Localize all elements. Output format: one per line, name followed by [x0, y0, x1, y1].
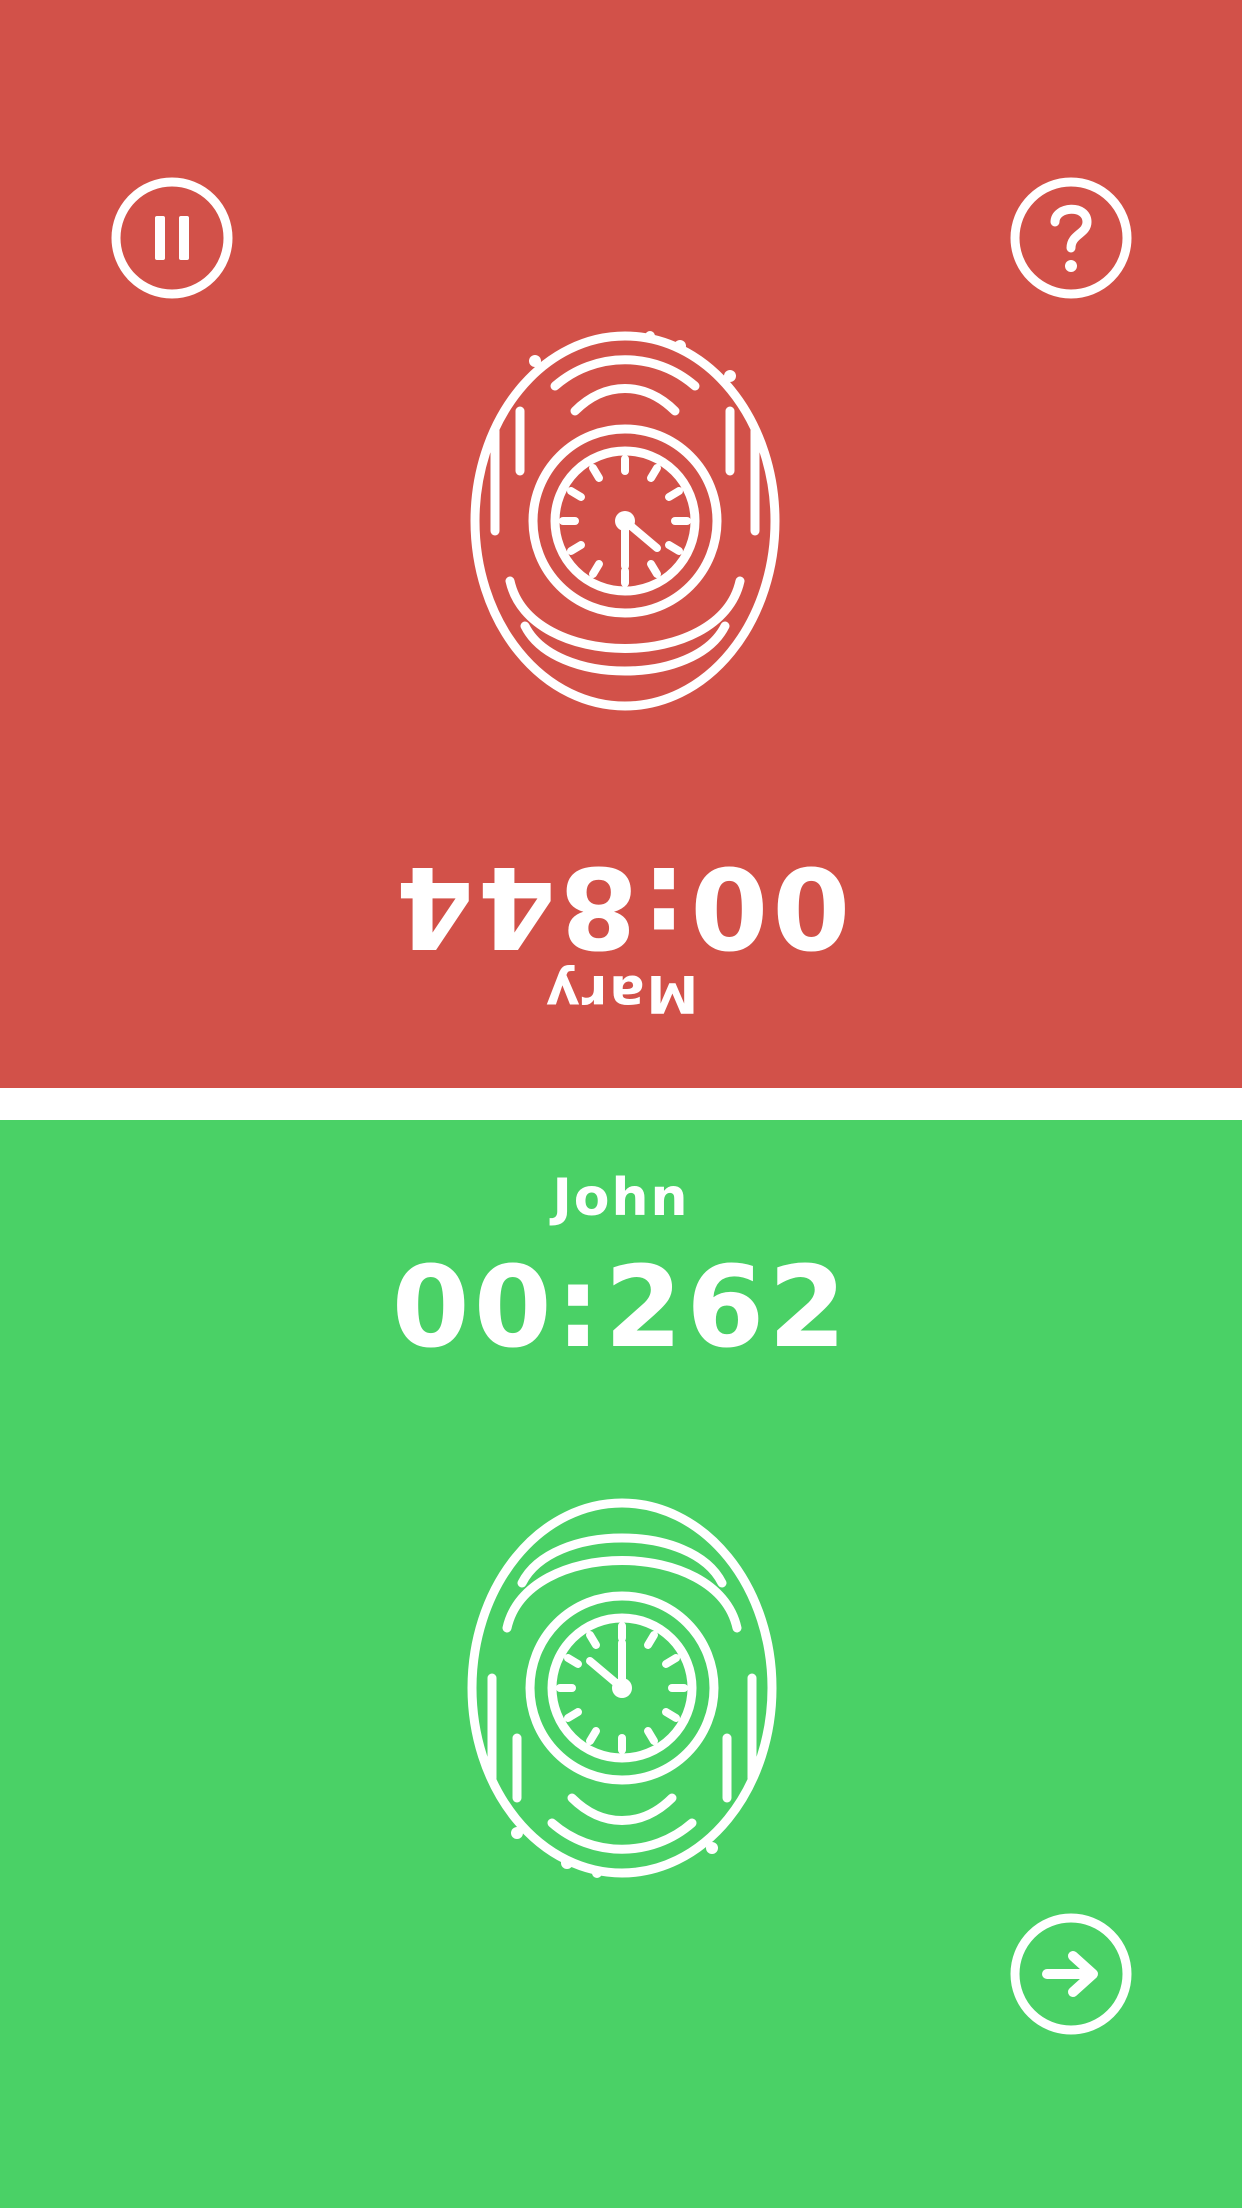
timer-bottom: 00:262	[391, 1243, 851, 1373]
timer-top: 00:844	[391, 841, 851, 971]
fingerprint-touch-area-top[interactable]	[465, 331, 785, 731]
player-name-top: Mary	[543, 963, 699, 1023]
fingerprint-touch-area-bottom[interactable]	[462, 1478, 782, 1878]
arrow-right-icon	[1010, 1913, 1132, 2035]
fingerprint-clock-icon	[467, 1498, 777, 1878]
player-panel-bottom[interactable]: John 00:262	[0, 1120, 1242, 2208]
player-panel-top[interactable]: Mary 00:844	[0, 0, 1242, 1088]
fingerprint-clock-icon	[470, 331, 780, 711]
top-player-flipped: Mary 00:844	[0, 0, 1242, 1088]
next-button[interactable]	[1009, 1912, 1133, 2036]
player-name-bottom: John	[552, 1168, 690, 1228]
